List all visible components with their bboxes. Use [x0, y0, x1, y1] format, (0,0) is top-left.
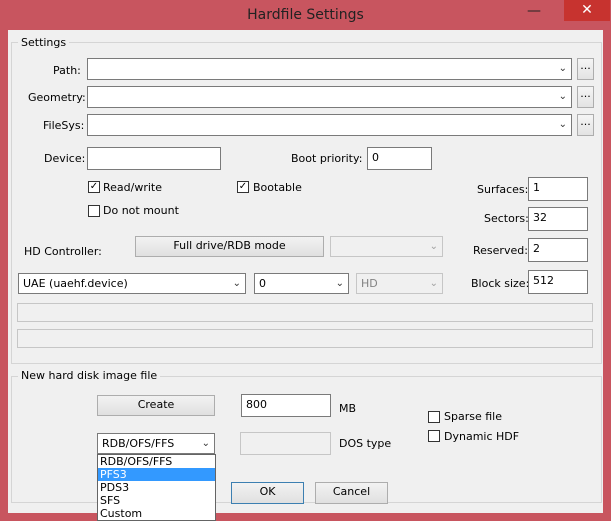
- new-image-group-label: New hard disk image file: [18, 369, 161, 382]
- dropdown-option-highlighted[interactable]: PFS3: [98, 468, 215, 481]
- hd-controller-extra-select: ⌄: [330, 236, 443, 257]
- controller-select[interactable]: UAE (uaehf.device) ⌄: [18, 273, 246, 294]
- chevron-down-icon: ⌄: [201, 438, 210, 449]
- dos-type-label: DOS type: [339, 437, 392, 450]
- sectors-label: Sectors:: [484, 212, 529, 225]
- controller-select-value: UAE (uaehf.device): [23, 277, 128, 290]
- sparse-file-checkbox[interactable]: [428, 411, 440, 423]
- geometry-combo[interactable]: ⌄: [87, 86, 572, 108]
- surfaces-label: Surfaces:: [477, 183, 529, 196]
- info-bar-2: [17, 329, 593, 348]
- dropdown-option[interactable]: RDB/OFS/FFS: [98, 455, 215, 468]
- full-drive-rdb-button[interactable]: Full drive/RDB mode: [135, 236, 324, 257]
- boot-priority-label: Boot priority:: [291, 152, 363, 165]
- dropdown-option[interactable]: PDS3: [98, 481, 215, 494]
- title-bar[interactable]: Hardfile Settings — ✕: [0, 0, 611, 30]
- size-unit-label: MB: [339, 402, 357, 415]
- read-write-checkbox[interactable]: ✓: [88, 181, 100, 193]
- close-button[interactable]: ✕: [564, 0, 610, 21]
- do-not-mount-label: Do not mount: [103, 204, 179, 217]
- dialog-window: Hardfile Settings — ✕ Settings Path: ⌄ .…: [0, 0, 611, 521]
- device-input[interactable]: [87, 147, 221, 170]
- dropdown-option[interactable]: SFS: [98, 494, 215, 507]
- do-not-mount-checkbox[interactable]: [88, 205, 100, 217]
- filesystem-dropdown-list[interactable]: RDB/OFS/FFS PFS3 PDS3 SFS Custom: [97, 454, 216, 521]
- filesystem-type-select[interactable]: RDB/OFS/FFS ⌄: [97, 433, 215, 454]
- dropdown-option[interactable]: Custom: [98, 507, 215, 520]
- chevron-down-icon: ⌄: [429, 241, 438, 252]
- dos-type-input: [240, 432, 331, 455]
- geometry-label: Geometry:: [28, 91, 86, 104]
- chevron-down-icon: ⌄: [558, 63, 567, 74]
- block-size-label: Block size:: [471, 277, 530, 290]
- path-label: Path:: [53, 64, 81, 77]
- chevron-down-icon: ⌄: [558, 119, 567, 130]
- surfaces-input[interactable]: 1: [528, 177, 588, 201]
- sparse-file-label: Sparse file: [444, 410, 502, 423]
- bootable-label: Bootable: [253, 181, 302, 194]
- dynamic-hdf-label: Dynamic HDF: [444, 430, 520, 443]
- type-select-value: HD: [361, 277, 378, 290]
- filesys-combo[interactable]: ⌄: [87, 114, 572, 136]
- chevron-down-icon: ⌄: [558, 91, 567, 102]
- hd-controller-label: HD Controller:: [24, 245, 102, 258]
- filesys-label: FileSys:: [43, 119, 85, 132]
- ok-button[interactable]: OK: [231, 482, 304, 504]
- create-button[interactable]: Create: [97, 395, 215, 416]
- block-size-input[interactable]: 512: [528, 270, 588, 294]
- sectors-input[interactable]: 32: [528, 207, 588, 231]
- type-select: HD ⌄: [356, 273, 443, 294]
- image-size-input[interactable]: 800: [241, 394, 331, 417]
- device-label: Device:: [44, 152, 86, 165]
- bootable-checkbox[interactable]: ✓: [237, 181, 249, 193]
- chevron-down-icon: ⌄: [232, 278, 241, 289]
- settings-group-label: Settings: [18, 36, 70, 49]
- reserved-input[interactable]: 2: [528, 238, 588, 262]
- unit-select-value: 0: [259, 277, 266, 290]
- path-combo[interactable]: ⌄: [87, 58, 572, 80]
- chevron-down-icon: ⌄: [335, 278, 344, 289]
- reserved-label: Reserved:: [473, 244, 528, 257]
- filesys-browse-button[interactable]: ...: [577, 114, 594, 136]
- checkmark-icon: ✓: [238, 181, 248, 192]
- dialog-client: Settings Path: ⌄ ... Geometry: ⌄ ... Fil…: [8, 30, 603, 521]
- boot-priority-input[interactable]: 0: [367, 147, 432, 170]
- unit-select[interactable]: 0 ⌄: [254, 273, 349, 294]
- checkmark-icon: ✓: [89, 181, 99, 192]
- geometry-browse-button[interactable]: ...: [577, 86, 594, 108]
- read-write-label: Read/write: [103, 181, 163, 194]
- path-browse-button[interactable]: ...: [577, 58, 594, 80]
- cancel-button[interactable]: Cancel: [315, 482, 388, 504]
- filesystem-type-value: RDB/OFS/FFS: [102, 437, 175, 450]
- info-bar-1: [17, 303, 593, 322]
- dynamic-hdf-checkbox[interactable]: [428, 430, 440, 442]
- chevron-down-icon: ⌄: [429, 278, 438, 289]
- minimize-button[interactable]: —: [514, 0, 554, 22]
